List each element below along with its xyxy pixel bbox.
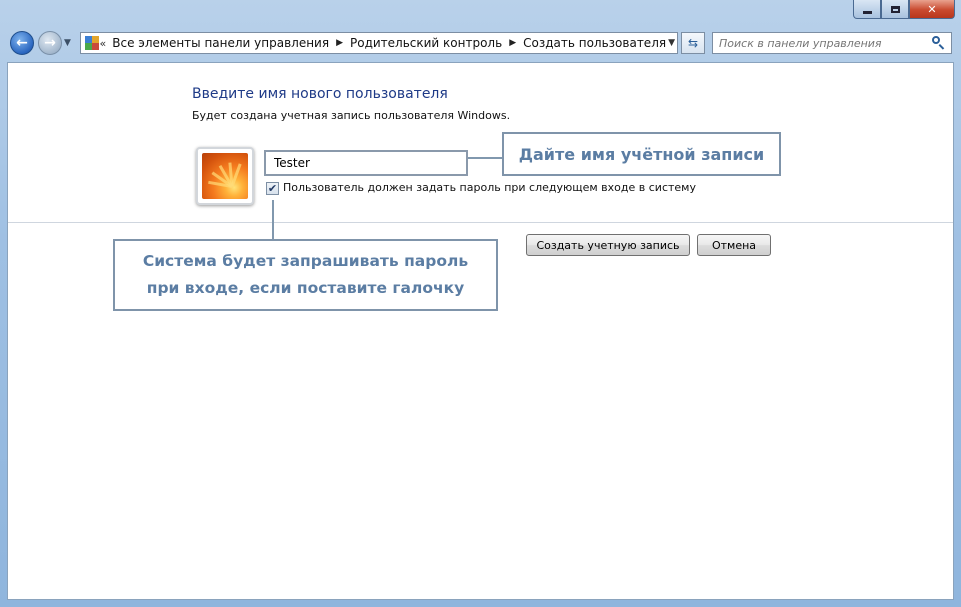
callout-connector: [272, 200, 274, 239]
callout-password-hint: Система будет запрашивать пароль при вхо…: [113, 239, 498, 311]
callout-connector: [468, 157, 502, 159]
refresh-icon: ⇆: [687, 36, 699, 50]
breadcrumb-parental-controls[interactable]: Родительский контроль: [350, 36, 502, 50]
close-icon: ✕: [927, 2, 937, 16]
arrow-left-icon: ←: [16, 35, 28, 51]
flower-picture-icon: [202, 153, 248, 199]
create-account-button[interactable]: Создать учетную запись: [526, 234, 690, 256]
back-button[interactable]: ←: [10, 31, 34, 55]
callout-name-text: Дайте имя учётной записи: [518, 144, 765, 164]
checkmark-icon: ✔: [267, 182, 278, 195]
address-dropdown[interactable]: ▼: [666, 33, 677, 53]
breadcrumb-overflow[interactable]: «: [100, 37, 107, 50]
recent-pages-dropdown[interactable]: ▼: [64, 38, 71, 48]
breadcrumb-separator-icon[interactable]: ▶: [336, 38, 343, 48]
callout-password-line2: при входе, если поставите галочку: [146, 279, 465, 297]
require-password-checkbox[interactable]: ✔: [266, 182, 279, 195]
search-box[interactable]: [712, 32, 952, 54]
breadcrumb-separator-icon[interactable]: ▶: [509, 38, 516, 48]
minimize-button[interactable]: [853, 0, 881, 19]
arrow-right-icon: →: [44, 35, 56, 51]
forward-button[interactable]: →: [38, 31, 62, 55]
breadcrumb-all-items[interactable]: Все элементы панели управления: [112, 36, 329, 50]
search-icon[interactable]: [932, 36, 946, 50]
control-panel-icon: [85, 36, 99, 50]
cancel-button[interactable]: Отмена: [697, 234, 771, 256]
breadcrumb-create-user[interactable]: Создать пользователя: [523, 36, 666, 50]
window: ✕ ← → ▼ « Все элементы панели управления…: [0, 0, 961, 607]
chevron-down-icon: ▼: [668, 38, 675, 48]
user-avatar: [196, 147, 254, 205]
close-button[interactable]: ✕: [909, 0, 955, 19]
minimize-icon: [862, 10, 872, 14]
page-title: Введите имя нового пользователя: [192, 86, 448, 102]
require-password-label[interactable]: Пользователь должен задать пароль при сл…: [283, 181, 696, 194]
username-input[interactable]: [264, 150, 468, 176]
maximize-button[interactable]: [881, 0, 909, 19]
page-subtitle: Будет создана учетная запись пользовател…: [192, 109, 511, 122]
callout-name-hint: Дайте имя учётной записи: [502, 132, 781, 176]
caption-buttons: ✕: [853, 0, 955, 20]
callout-password-line1: Система будет запрашивать пароль: [142, 252, 469, 270]
search-input[interactable]: [713, 35, 931, 51]
divider: [8, 222, 953, 223]
maximize-icon: [890, 5, 900, 13]
content-pane: Введите имя нового пользователя Будет со…: [7, 62, 954, 600]
chevron-down-icon: ▼: [64, 38, 71, 48]
refresh-button[interactable]: ⇆: [681, 32, 705, 54]
address-bar[interactable]: « Все элементы панели управления ▶ Родит…: [80, 32, 678, 54]
